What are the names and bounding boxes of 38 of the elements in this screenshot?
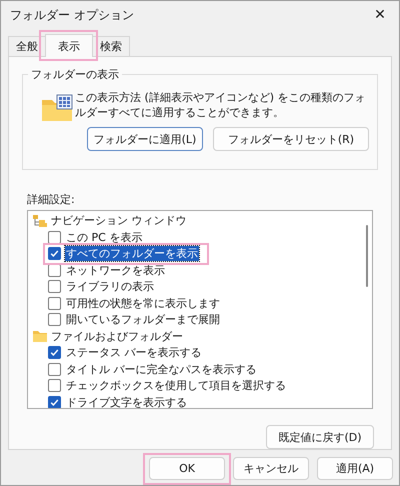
option-label[interactable]: すべてのフォルダーを表示 — [65, 246, 199, 262]
restore-defaults-button[interactable]: 既定値に戻す(D) — [266, 425, 374, 449]
group-title: フォルダーの表示 — [28, 67, 122, 82]
description-text: この表示方法 (詳細表示やアイコンなど) をこの種類のフォルダーすべてに適用することができます。 — [75, 90, 367, 120]
folder-view-icon — [41, 94, 73, 122]
checkbox[interactable] — [48, 362, 61, 376]
folder-button[interactable]: フォルダーをリセット(R) — [213, 127, 369, 151]
checkbox[interactable] — [48, 346, 61, 360]
checkbox[interactable] — [48, 313, 61, 326]
tab[interactable]: 全般 — [8, 36, 46, 56]
checkbox[interactable] — [48, 296, 61, 310]
checkbox[interactable] — [48, 230, 61, 244]
option-label[interactable]: ステータス バーを表示する — [65, 345, 202, 360]
option-label[interactable]: ライブラリの表示 — [65, 279, 155, 294]
window-title: フォルダー オプション — [10, 6, 134, 24]
option-label[interactable]: この PC を表示 — [65, 230, 144, 245]
tree-folder-icon — [33, 214, 47, 227]
checkbox[interactable] — [48, 247, 61, 260]
checkbox[interactable] — [48, 379, 61, 392]
option-label[interactable]: 可用性の状態を常に表示します — [65, 296, 221, 311]
advanced-settings-label: 詳細設定: — [27, 192, 76, 207]
option-label[interactable]: ドライブ文字を表示する — [65, 394, 188, 408]
tab[interactable]: 表示 — [45, 34, 93, 57]
group-label: ファイルおよびフォルダー — [51, 328, 183, 344]
dialog-button[interactable]: OK — [149, 457, 225, 480]
folder-button[interactable]: フォルダーに適用(L) — [87, 127, 203, 151]
dialog-button[interactable]: キャンセル — [233, 457, 309, 480]
checkbox[interactable] — [48, 280, 61, 294]
option-label[interactable]: ネットワークを表示 — [65, 262, 166, 278]
close-button[interactable]: ✕ — [365, 2, 395, 28]
checkbox[interactable] — [48, 396, 61, 408]
option-label[interactable]: チェックボックスを使用して項目を選択する — [65, 378, 287, 394]
group-label: ナビゲーション ウィンドウ — [51, 213, 186, 228]
option-label[interactable]: タイトル バーに完全なパスを表示する — [65, 362, 258, 377]
folder-icon — [33, 330, 47, 342]
tab[interactable]: 検索 — [92, 36, 130, 56]
option-label[interactable]: 開いているフォルダーまで展開 — [65, 312, 221, 328]
dialog-button[interactable]: 適用(A) — [317, 457, 393, 480]
